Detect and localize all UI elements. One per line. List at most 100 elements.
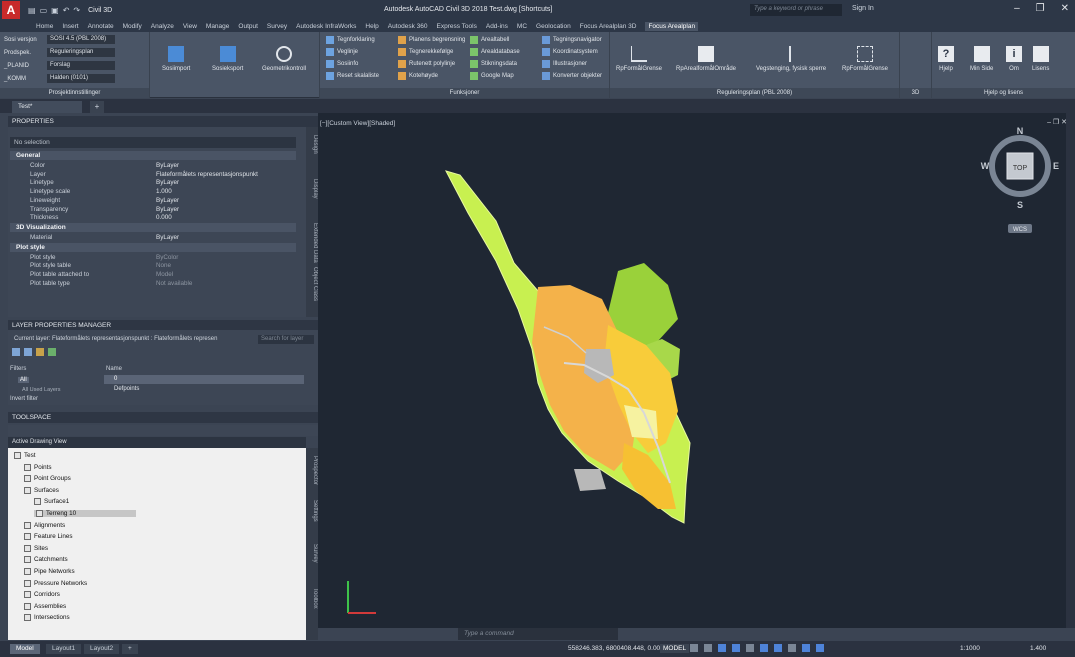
hjelp-button[interactable]: ? Hjelp [938,46,954,72]
toolspace-header[interactable]: TOOLSPACE [8,412,318,423]
help-search-input[interactable]: Type a keyword or phrase [750,4,842,16]
tree-item-surface1[interactable]: Surface1 [34,498,69,506]
minimize-icon[interactable]: – [1014,3,1020,14]
ribbon-tab-add-ins[interactable]: Add-ins [486,23,508,30]
coordinates-readout[interactable]: 558246.383, 6800408.448, 0.000 [568,645,664,652]
sign-in-link[interactable]: Sign In [852,5,874,12]
annotation-icon[interactable] [816,644,824,652]
side-tab-display[interactable]: Display [306,179,318,199]
polar-icon[interactable] [732,644,740,652]
new-vp-layer-icon[interactable] [24,348,32,356]
property-value[interactable]: Not available [156,280,192,287]
selection-cycling-icon[interactable] [802,644,810,652]
ribbon-tab-autodesk-infraworks[interactable]: Autodesk InfraWorks [296,23,356,30]
vegstenging-button[interactable]: Vegstenging, fysisk sperre [756,46,826,72]
selection-select[interactable]: No selection [10,137,296,148]
funksjon-illustrasjoner-button[interactable]: Illustrasjoner [542,60,587,68]
delete-layer-icon[interactable] [36,348,44,356]
model-space-button[interactable]: MODEL [660,644,690,653]
property-row[interactable]: Material ByLayer [10,233,296,242]
doc-tab-test[interactable]: Test* [12,101,82,113]
tree-item-intersections[interactable]: Intersections [24,614,70,622]
funksjon-arealtabell-button[interactable]: Arealtabell [470,36,509,44]
redo-icon[interactable]: ↷ [73,6,80,15]
rpformalgrense-button[interactable]: RpFormålGrense [616,46,662,72]
tab-layout1[interactable]: Layout1 [46,644,82,654]
prodspek-select[interactable]: Reguleringsplan [47,48,115,57]
tree-item-sites[interactable]: Sites [24,544,48,552]
funksjon-sosiinfo-button[interactable]: Sosiinfo [326,60,358,68]
plan-map[interactable]: TOP N S E W WCS [318,113,1075,628]
drawing-viewport[interactable]: TOP N S E W WCS [318,113,1075,628]
ortho-icon[interactable] [718,644,726,652]
viewport-controls-label[interactable]: [−][Custom View][Shaded] [320,120,395,127]
filter-all[interactable]: All [18,377,29,383]
toolspace-view-select[interactable]: Active Drawing View [8,437,306,448]
new-icon[interactable]: ▤ [28,6,36,15]
tree-item-test[interactable]: Test [14,452,36,459]
ribbon-tab-manage[interactable]: Manage [206,23,230,30]
property-row[interactable]: Linetype ByLayer [10,178,296,187]
tree-item-surfaces[interactable]: Surfaces [24,486,59,494]
side-tab-survey[interactable]: Survey [306,544,318,563]
properties-header[interactable]: PROPERTIES [8,116,318,127]
ribbon-tab-express-tools[interactable]: Express Tools [437,23,477,30]
side-tab-object-class[interactable]: Object Class [306,267,318,301]
ribbon-tab-view[interactable]: View [183,23,197,30]
property-row[interactable]: Plot style ByColor [10,253,296,262]
funksjon-planens-begrensning-button[interactable]: Planens begrensning [398,36,465,44]
isodraft-icon[interactable] [746,644,754,652]
min-side-button[interactable]: Min Side [970,46,993,72]
rpformalgrense-2-button[interactable]: RpFormålGrense [842,46,888,72]
ribbon-tab-focus-arealplan[interactable]: Focus Arealplan [645,21,699,31]
funksjon-tegnerekkef-lge-button[interactable]: Tegnerekkefølge [398,48,453,56]
property-value[interactable]: ByLayer [156,197,179,204]
funksjon-tegnforklaring-button[interactable]: Tegnforklaring [326,36,375,44]
maximize-icon[interactable]: ❐ [1036,3,1045,14]
viewport-window-controls[interactable]: – ❐ ✕ [1047,118,1067,126]
sosieksport-button[interactable]: Sosieksport [212,46,243,72]
undo-icon[interactable]: ↶ [63,6,70,15]
funksjon-google-map-button[interactable]: Google Map [470,72,514,80]
funksjon-stikningsdata-button[interactable]: Stikningsdata [470,60,517,68]
side-tab-prospector[interactable]: Prospector [306,456,318,485]
funksjon-konverter-objekter-button[interactable]: Konverter objekter [542,72,602,80]
property-row[interactable]: Thickness 0.000 [10,213,296,222]
grid-icon[interactable] [690,644,698,652]
funksjon-rutenett-polylinje-button[interactable]: Rutenett polylinje [398,60,455,68]
filter-all-used[interactable]: All Used Layers [22,387,61,393]
ribbon-tab-annotate[interactable]: Annotate [88,23,114,30]
layer-search-input[interactable]: Search for layer [258,335,314,344]
funksjon-veglinje-button[interactable]: Veglinje [326,48,358,56]
tree-item-feature-lines[interactable]: Feature Lines [24,533,73,541]
ribbon-group-label[interactable]: 3D [900,88,931,98]
planid-input[interactable]: Forslag [47,61,115,70]
property-row[interactable]: Plot style table None [10,261,296,270]
property-value[interactable]: Flateformålets representasjonspunkt [156,171,258,178]
ribbon-tab-output[interactable]: Output [238,23,258,30]
section-3d-visualization[interactable]: 3D Visualization [10,222,296,232]
snap-icon[interactable] [704,644,712,652]
property-row[interactable]: Lineweight ByLayer [10,196,296,205]
annotation-scale[interactable]: 1:1000 [960,645,980,652]
zoom-scale[interactable]: 1.400 [1030,645,1046,652]
side-tab-toolbox[interactable]: Toolbox [306,588,318,609]
new-layer-icon[interactable] [12,348,20,356]
property-value[interactable]: None [156,262,171,269]
object-snap-icon[interactable] [760,644,768,652]
property-row[interactable]: Transparency ByLayer [10,205,296,214]
ribbon-tab-help[interactable]: Help [365,23,378,30]
sosi-versjon-select[interactable]: SOSI 4.5 (PBL 2008) [47,35,115,44]
ribbon-tab-focus-arealplan-3d[interactable]: Focus Arealplan 3D [580,23,637,30]
property-row[interactable]: Plot table attached to Model [10,270,296,279]
funksjon-arealdatabase-button[interactable]: Arealdatabase [470,48,520,56]
property-value[interactable]: ByLayer [156,162,179,169]
navigation-bar[interactable] [1066,113,1075,628]
name-column-header[interactable]: Name [106,366,122,372]
ribbon-tab-modify[interactable]: Modify [123,23,142,30]
property-value[interactable]: ByColor [156,254,178,261]
tree-item-terreng-10[interactable]: Terreng 10 [34,510,137,517]
autocad-logo-icon[interactable]: A [2,1,20,19]
ribbon-group-label[interactable]: Reguleringsplan (PBL 2008) [610,88,899,98]
property-row[interactable]: Plot table type Not available [10,279,296,288]
